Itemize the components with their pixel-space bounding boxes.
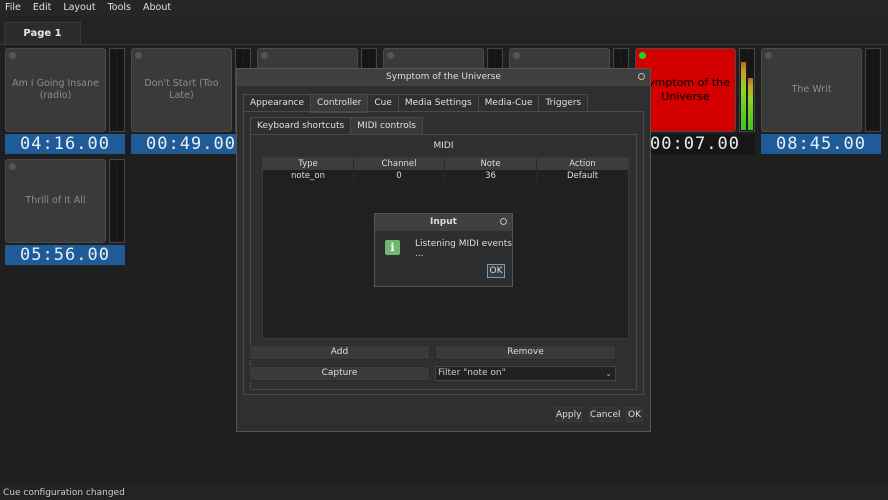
- cue-1-label: Am I Going Insane (radio): [12, 78, 99, 101]
- filter-value: Filter "note on": [438, 368, 506, 378]
- cue-6-meter-right: [748, 78, 753, 130]
- popup-title-bar: Input: [375, 214, 512, 231]
- capture-button[interactable]: Capture: [249, 366, 430, 381]
- cancel-button[interactable]: Cancel: [589, 407, 621, 422]
- ok-button[interactable]: OK: [626, 407, 643, 422]
- cell-action[interactable]: Default: [537, 170, 628, 182]
- cell-note[interactable]: 36: [445, 170, 537, 182]
- status-bar: Cue configuration changed: [0, 486, 888, 500]
- cue-7-box[interactable]: The Writ: [761, 48, 862, 132]
- cue-6-label: Symptom of the Universe: [641, 76, 730, 103]
- cue-3-led: [261, 52, 268, 59]
- cue-5-led: [513, 52, 520, 59]
- menu-layout[interactable]: Layout: [57, 0, 101, 16]
- chevron-down-icon: ⌄: [605, 369, 612, 378]
- cue-7[interactable]: The Writ 08:45.00: [761, 48, 881, 158]
- subtab-keyboard-shortcuts[interactable]: Keyboard shortcuts: [250, 117, 352, 135]
- cue-6-time: 00:07.00: [635, 134, 755, 154]
- cue-6-meter: [739, 48, 755, 132]
- cue-1-box[interactable]: Am I Going Insane (radio): [5, 48, 106, 132]
- popup-message: Listening MIDI events ...: [415, 239, 512, 259]
- column-header-channel[interactable]: Channel: [354, 158, 445, 170]
- cue-2[interactable]: Don't Start (Too Late) 00:49.00: [131, 48, 251, 158]
- cue-7-led: [765, 52, 772, 59]
- cue-6-meter-left: [741, 62, 746, 130]
- tab-cue[interactable]: Cue: [367, 94, 399, 112]
- info-icon: i: [385, 240, 400, 255]
- popup-title: Input: [430, 217, 457, 227]
- cue-8-meter: [109, 159, 125, 243]
- cue-1[interactable]: Am I Going Insane (radio) 04:16.00: [5, 48, 125, 158]
- cue-2-time: 00:49.00: [131, 134, 251, 154]
- cue-8-label: Thrill of It All: [25, 195, 86, 206]
- cue-1-led: [9, 52, 16, 59]
- midi-group-label: MIDI: [433, 141, 454, 151]
- cue-8[interactable]: Thrill of It All 05:56.00: [5, 159, 125, 269]
- cue-6-led: [639, 52, 646, 59]
- cue-4-led: [387, 52, 394, 59]
- tab-triggers[interactable]: Triggers: [538, 94, 589, 112]
- dialog-tabs: Appearance Controller Cue Media Settings…: [243, 94, 589, 113]
- cell-channel[interactable]: 0: [354, 170, 445, 182]
- cue-6[interactable]: Symptom of the Universe 00:07.00: [635, 48, 755, 158]
- dialog-title: Symptom of the Universe: [386, 72, 501, 82]
- menu-edit[interactable]: Edit: [27, 0, 57, 16]
- tab-media-cue[interactable]: Media-Cue: [477, 94, 540, 112]
- cue-7-label: The Writ: [791, 84, 832, 95]
- menu-about[interactable]: About: [137, 0, 177, 16]
- cue-7-meter: [865, 48, 881, 132]
- close-icon[interactable]: [500, 218, 507, 225]
- close-icon[interactable]: [638, 73, 645, 80]
- cue-1-time: 04:16.00: [5, 134, 125, 154]
- table-row[interactable]: note_on 0 36 Default: [263, 170, 628, 182]
- add-button[interactable]: Add: [249, 345, 430, 360]
- cue-2-label: Don't Start (Too Late): [144, 78, 219, 101]
- input-popup: Input i Listening MIDI events ... OK: [374, 213, 513, 287]
- cue-8-led: [9, 163, 16, 170]
- cue-7-time: 08:45.00: [761, 134, 881, 154]
- tab-appearance[interactable]: Appearance: [243, 94, 312, 112]
- remove-button[interactable]: Remove: [435, 345, 616, 360]
- menu-file[interactable]: File: [0, 0, 27, 16]
- column-header-note[interactable]: Note: [445, 158, 537, 170]
- cue-1-meter: [109, 48, 125, 132]
- midi-table-header: Type Channel Note Action: [263, 158, 628, 170]
- controller-subtabs: Keyboard shortcuts MIDI controls: [250, 117, 423, 135]
- tab-media-settings[interactable]: Media Settings: [397, 94, 479, 112]
- cue-2-led: [135, 52, 142, 59]
- cell-type[interactable]: note_on: [263, 170, 354, 182]
- menubar: File Edit Layout Tools About: [0, 0, 888, 16]
- menu-tools[interactable]: Tools: [102, 0, 137, 16]
- dialog-title-bar: Symptom of the Universe: [237, 69, 650, 86]
- cue-8-time: 05:56.00: [5, 245, 125, 265]
- subtab-midi-controls[interactable]: MIDI controls: [350, 117, 423, 135]
- popup-ok-button[interactable]: OK: [487, 264, 505, 278]
- cue-8-box[interactable]: Thrill of It All: [5, 159, 106, 243]
- filter-select[interactable]: Filter "note on" ⌄: [435, 366, 616, 381]
- cue-2-box[interactable]: Don't Start (Too Late): [131, 48, 232, 132]
- tab-page-1[interactable]: Page 1: [4, 22, 81, 44]
- apply-button[interactable]: Apply: [555, 407, 582, 422]
- column-header-type[interactable]: Type: [263, 158, 354, 170]
- column-header-action[interactable]: Action: [537, 158, 628, 170]
